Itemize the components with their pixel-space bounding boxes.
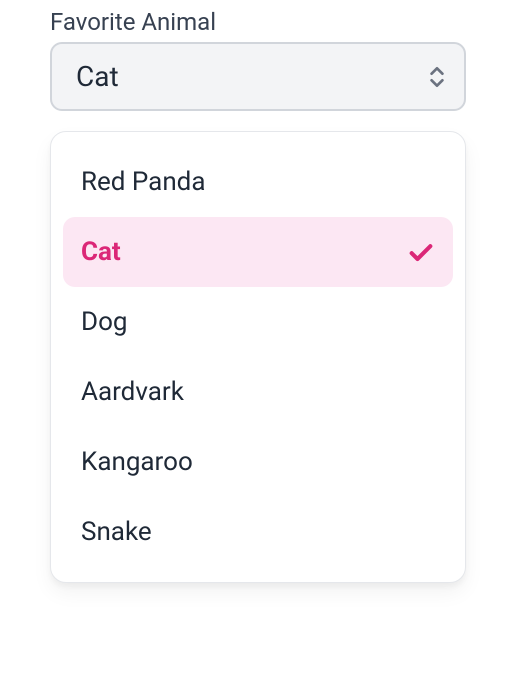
option-cat[interactable]: Cat (63, 217, 453, 287)
option-red-panda[interactable]: Red Panda (63, 147, 453, 217)
option-kangaroo[interactable]: Kangaroo (63, 427, 453, 497)
option-label: Red Panda (81, 167, 206, 197)
option-aardvark[interactable]: Aardvark (63, 357, 453, 427)
option-snake[interactable]: Snake (63, 497, 453, 567)
option-label: Kangaroo (81, 447, 193, 477)
option-label: Aardvark (81, 377, 184, 407)
option-label: Cat (81, 237, 121, 267)
check-icon (407, 238, 435, 266)
dropdown-listbox[interactable]: Red Panda Cat Dog Aardvark Kangaroo Snak… (50, 131, 466, 583)
field-label: Favorite Animal (50, 8, 466, 36)
option-label: Snake (81, 517, 152, 547)
select-chevrons-icon (428, 65, 446, 89)
option-dog[interactable]: Dog (63, 287, 453, 357)
select-button-value: Cat (76, 60, 119, 93)
option-label: Dog (81, 307, 128, 337)
select-button[interactable]: Cat (50, 42, 466, 111)
